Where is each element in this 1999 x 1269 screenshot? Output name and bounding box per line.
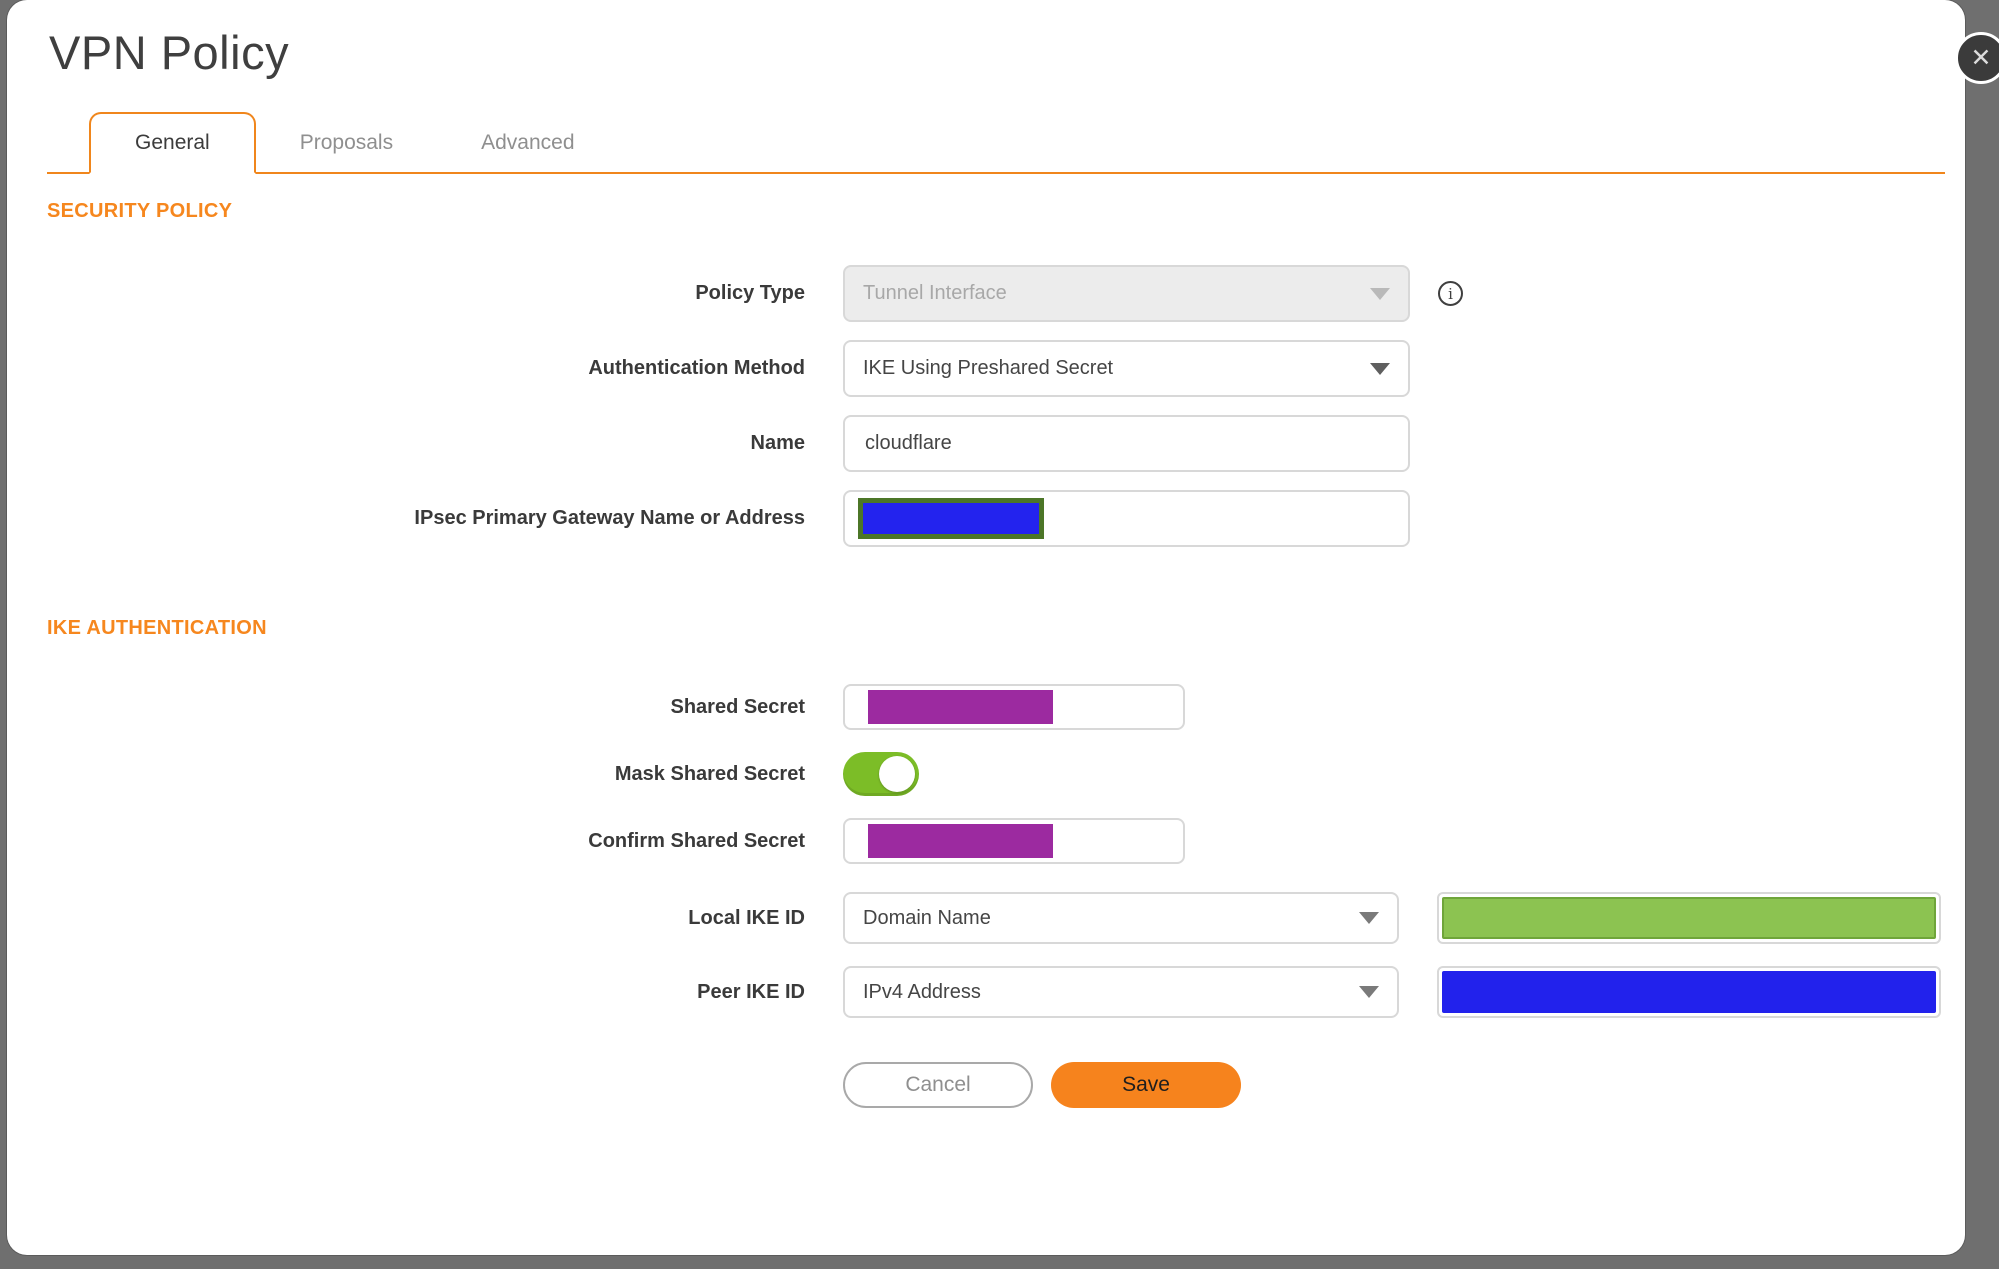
dialog-title: VPN Policy — [49, 26, 290, 79]
save-button[interactable]: Save — [1051, 1062, 1241, 1108]
shared-secret-row: Shared Secret — [7, 684, 1965, 730]
local-ike-id-input[interactable] — [1437, 892, 1941, 944]
local-ike-id-redaction-box — [1442, 897, 1936, 939]
cancel-button[interactable]: Cancel — [843, 1062, 1033, 1108]
local-ike-id-label: Local IKE ID — [688, 906, 805, 929]
dialog-actions: Cancel Save — [843, 1062, 1965, 1108]
peer-ike-id-select[interactable]: IPv4 Address — [843, 966, 1399, 1018]
auth-method-row: Authentication Method IKE Using Preshare… — [7, 340, 1965, 397]
gateway-row: IPsec Primary Gateway Name or Address — [7, 490, 1965, 547]
mask-shared-secret-row: Mask Shared Secret — [7, 752, 1965, 796]
gateway-label: IPsec Primary Gateway Name or Address — [414, 507, 805, 529]
shared-secret-redaction-box — [868, 690, 1053, 724]
tab-bar: General Proposals Advanced — [47, 112, 1945, 174]
toggle-knob — [879, 756, 915, 792]
auth-method-label: Authentication Method — [588, 357, 805, 379]
chevron-down-icon — [1370, 287, 1390, 300]
name-input[interactable] — [863, 431, 1390, 456]
peer-ike-id-redaction-box — [1442, 971, 1936, 1013]
info-icon[interactable]: i — [1438, 281, 1463, 306]
auth-method-select[interactable]: IKE Using Preshared Secret — [843, 340, 1410, 397]
tab-general[interactable]: General — [89, 112, 256, 174]
peer-ike-id-label: Peer IKE ID — [697, 980, 805, 1003]
confirm-shared-secret-input[interactable] — [843, 818, 1185, 864]
chevron-down-icon — [1359, 912, 1379, 924]
auth-method-value: IKE Using Preshared Secret — [863, 357, 1114, 379]
confirm-shared-secret-label: Confirm Shared Secret — [588, 829, 805, 852]
peer-ike-id-row: Peer IKE ID IPv4 Address — [7, 966, 1965, 1018]
gateway-input[interactable] — [843, 490, 1410, 547]
mask-shared-secret-toggle[interactable] — [843, 752, 919, 796]
close-button[interactable]: ✕ — [1955, 32, 1999, 84]
gateway-redaction-box — [858, 498, 1044, 539]
local-ike-id-select[interactable]: Domain Name — [843, 892, 1399, 944]
chevron-down-icon — [1370, 362, 1390, 375]
tab-advanced[interactable]: Advanced — [437, 114, 618, 172]
local-ike-id-row: Local IKE ID Domain Name — [7, 892, 1965, 944]
close-icon: ✕ — [1970, 43, 1992, 72]
name-row: Name — [7, 415, 1965, 472]
tab-proposals[interactable]: Proposals — [256, 114, 437, 172]
mask-shared-secret-label: Mask Shared Secret — [614, 762, 805, 785]
section-heading-ike-authentication: IKE AUTHENTICATION — [47, 617, 267, 639]
name-label: Name — [750, 432, 805, 454]
policy-type-row: Policy Type Tunnel Interface i — [7, 265, 1965, 322]
peer-ike-id-input[interactable] — [1437, 966, 1941, 1018]
policy-type-value: Tunnel Interface — [863, 282, 1007, 304]
name-input-wrap — [843, 415, 1410, 472]
local-ike-id-value: Domain Name — [863, 906, 991, 929]
shared-secret-input[interactable] — [843, 684, 1185, 730]
section-heading-security-policy: SECURITY POLICY — [47, 200, 233, 222]
chevron-down-icon — [1359, 986, 1379, 998]
policy-type-select: Tunnel Interface — [843, 265, 1410, 322]
peer-ike-id-value: IPv4 Address — [863, 980, 981, 1003]
shared-secret-label: Shared Secret — [670, 695, 805, 718]
vpn-policy-dialog: VPN Policy General Proposals Advanced SE… — [7, 0, 1965, 1255]
confirm-shared-secret-redaction-box — [868, 824, 1053, 858]
confirm-shared-secret-row: Confirm Shared Secret — [7, 818, 1965, 864]
policy-type-label: Policy Type — [695, 282, 805, 304]
